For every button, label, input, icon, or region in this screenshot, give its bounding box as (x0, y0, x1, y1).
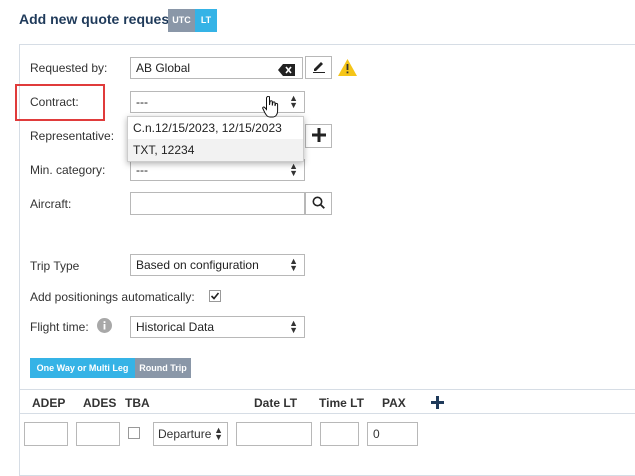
aircraft-label: Aircraft: (30, 197, 72, 211)
col-time: Time LT (319, 396, 364, 410)
leg-date-input[interactable] (236, 422, 312, 446)
flight-time-value: Historical Data (136, 320, 215, 334)
leg-type-value: Departure (158, 427, 212, 441)
col-adep: ADEP (32, 396, 66, 410)
leg-ades-input[interactable] (76, 422, 120, 446)
leg-time-input[interactable] (320, 422, 359, 446)
leg-type-select[interactable]: Departure ▲ ▼ (153, 422, 228, 446)
aircraft-search-button[interactable] (305, 192, 332, 215)
flight-time-label: Flight time: (30, 320, 89, 334)
min-category-label: Min. category: (30, 163, 106, 177)
chevron-updown-icon: ▲ ▼ (289, 93, 298, 110)
trip-type-label: Trip Type (30, 259, 80, 273)
add-positionings-checkbox[interactable] (209, 290, 221, 302)
contract-value: --- (136, 95, 148, 109)
lt-toggle[interactable]: LT (195, 9, 217, 32)
edit-button[interactable] (305, 56, 332, 79)
chevron-updown-icon: ▲ ▼ (289, 161, 298, 178)
aircraft-input[interactable] (130, 192, 305, 215)
info-icon[interactable] (97, 318, 112, 336)
form-panel (19, 44, 635, 476)
col-ades: ADES (83, 396, 117, 410)
tab-round-trip[interactable]: Round Trip (135, 358, 191, 378)
min-category-select[interactable]: --- ▲ ▼ (130, 159, 305, 181)
flight-time-select[interactable]: Historical Data ▲ ▼ (130, 316, 305, 338)
requested-by-field[interactable]: AB Global (130, 57, 303, 79)
contract-dropdown: C.n.12/15/2023, 12/15/2023 TXT, 12234 (127, 116, 304, 162)
col-pax: PAX (382, 396, 406, 410)
requested-by-label: Requested by: (30, 61, 108, 75)
tab-one-way[interactable]: One Way or Multi Leg (30, 358, 135, 378)
warning-icon (338, 59, 357, 79)
col-date: Date LT (254, 396, 298, 410)
chevron-updown-icon: ▲ ▼ (289, 256, 298, 273)
pencil-icon (312, 59, 326, 76)
add-leg-icon[interactable] (431, 396, 444, 412)
representative-label: Representative: (30, 129, 115, 143)
col-tba: TBA (125, 396, 150, 410)
legs-top-divider (19, 389, 635, 390)
hand-cursor-icon (262, 95, 280, 121)
plus-icon (311, 127, 326, 145)
clear-icon[interactable] (278, 62, 296, 82)
page-title: Add new quote request (19, 11, 174, 27)
trip-type-value: Based on configuration (136, 258, 259, 272)
add-representative-button[interactable] (305, 124, 332, 148)
min-category-value: --- (136, 163, 148, 177)
trip-type-select[interactable]: Based on configuration ▲ ▼ (130, 254, 305, 276)
leg-tba-checkbox[interactable] (128, 427, 140, 439)
search-icon (312, 196, 325, 212)
leg-adep-input[interactable] (24, 422, 68, 446)
requested-by-value: AB Global (136, 61, 191, 75)
chevron-updown-icon: ▲ ▼ (289, 318, 298, 335)
utc-toggle[interactable]: UTC (168, 9, 195, 32)
check-icon (210, 292, 220, 300)
leg-pax-input[interactable]: 0 (367, 422, 418, 446)
legs-header-divider (19, 413, 635, 414)
chevron-updown-icon: ▲ ▼ (214, 425, 223, 442)
contract-option[interactable]: TXT, 12234 (128, 139, 303, 161)
contract-label: Contract: (30, 95, 79, 109)
add-positionings-label: Add positionings automatically: (30, 290, 195, 304)
